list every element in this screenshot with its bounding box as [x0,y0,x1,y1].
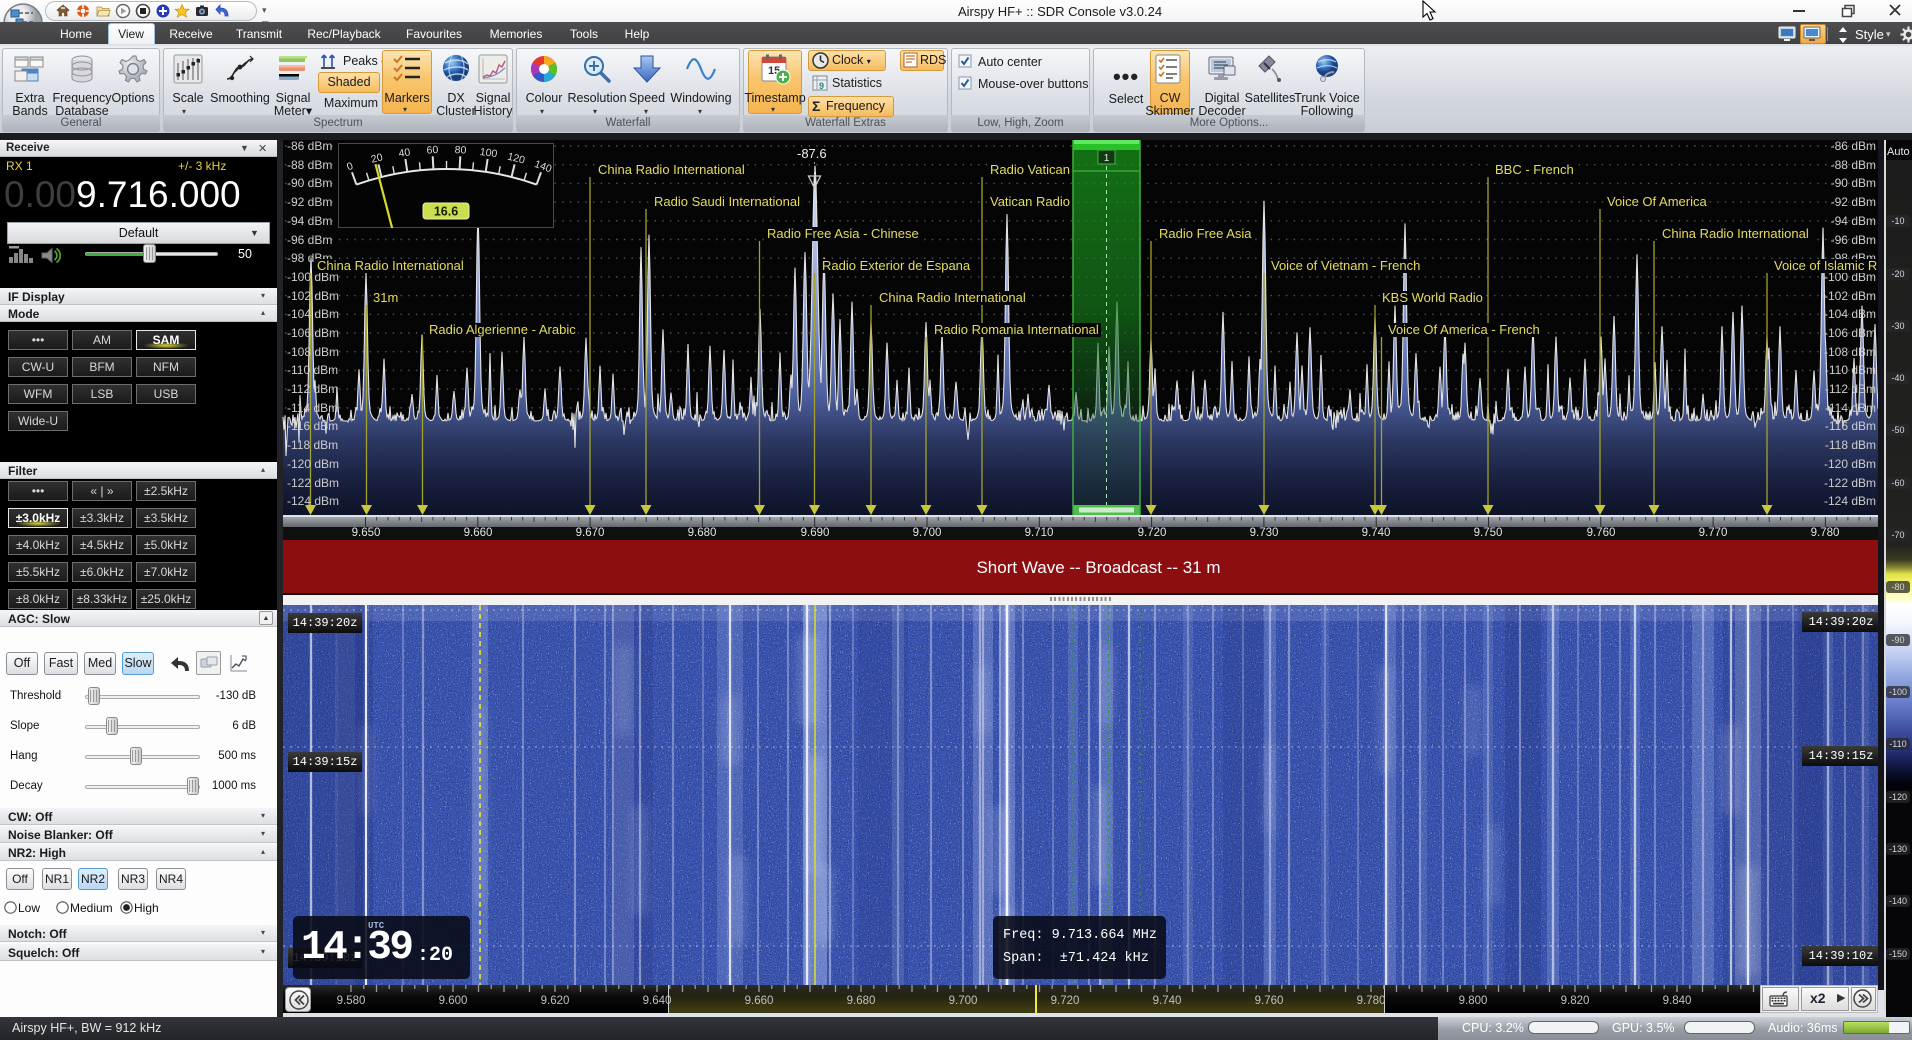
svg-text:40: 40 [398,146,411,160]
svg-text:100: 100 [479,146,498,160]
svg-text:1: 1 [1104,153,1110,164]
svg-text:80: 80 [454,144,466,157]
svg-text:140: 140 [533,158,554,175]
svg-text:120: 120 [506,151,526,167]
svg-text:0: 0 [345,160,355,173]
svg-text:60: 60 [426,144,438,157]
svg-text:20: 20 [370,151,384,166]
svg-text:16.6: 16.6 [434,205,458,219]
svg-text:-87.6: -87.6 [797,146,827,161]
